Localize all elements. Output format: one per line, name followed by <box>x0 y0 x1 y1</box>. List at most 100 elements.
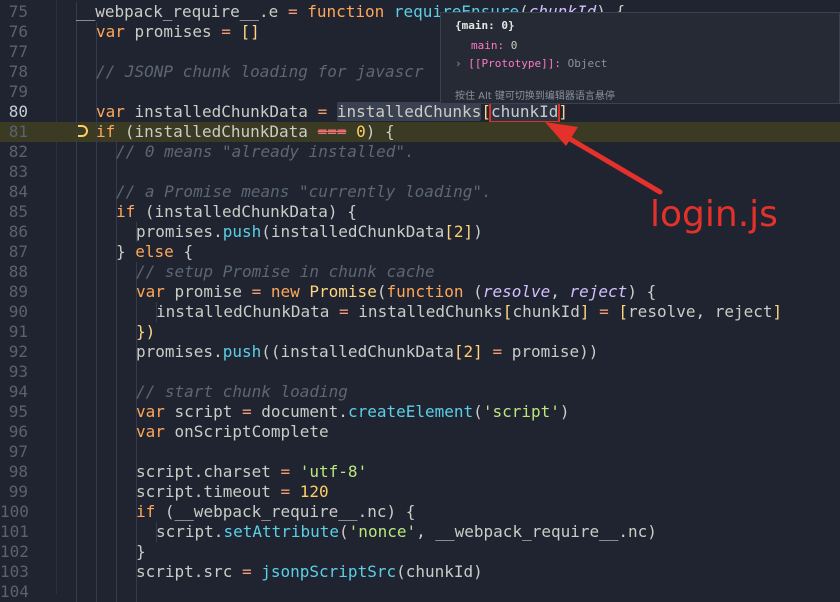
code-token: push <box>222 342 262 361</box>
code-token: script <box>136 482 194 501</box>
indent-guide <box>76 522 77 542</box>
indent-guide <box>96 302 97 322</box>
code-text: // setup Promise in chunk cache <box>136 262 435 282</box>
tooltip-property-value: 0 <box>504 39 518 52</box>
line-number: 90 <box>8 302 28 321</box>
line-number: 79 <box>8 82 28 101</box>
tooltip-prototype-value: Object <box>560 57 608 70</box>
code-token: // JSONP chunk loading for javascr <box>96 62 424 81</box>
code-line[interactable]: 102} <box>0 542 840 562</box>
indent-guide <box>96 522 97 542</box>
code-line[interactable]: 104 <box>0 582 840 602</box>
indent-guide <box>96 202 97 222</box>
line-number: 97 <box>8 442 28 461</box>
code-token: push <box>222 222 262 241</box>
code-token: installedChunks <box>358 302 503 321</box>
code-token: = <box>287 2 308 21</box>
code-line[interactable]: 98 script.charset = 'utf-8' <box>0 462 840 482</box>
code-line[interactable]: 88 // setup Promise in chunk cache <box>0 262 840 282</box>
indent-guide <box>76 22 77 42</box>
code-token: script <box>136 462 194 481</box>
code-line[interactable]: 81 if (installedChunkData === 0) { <box>0 122 840 142</box>
indent-guide <box>76 242 77 262</box>
indent-guide <box>96 502 97 522</box>
code-line[interactable]: 87} else { <box>0 242 840 262</box>
code-line[interactable]: 96 var onScriptComplete <box>0 422 840 442</box>
code-text: promises.push((installedChunkData[2] = p… <box>136 342 598 362</box>
code-token: ((installedChunkData <box>261 342 454 361</box>
indent-guide <box>76 82 77 102</box>
code-token: = <box>339 302 359 321</box>
line-number: 88 <box>8 262 28 281</box>
indent-guide <box>96 382 97 402</box>
code-token: createElement <box>347 402 474 421</box>
line-number: 89 <box>8 282 28 301</box>
code-line[interactable]: 89 var promise = new Promise(function (re… <box>0 282 840 302</box>
tooltip-hint: 按住 Alt 键可切换到编辑器语言悬停 <box>455 91 615 102</box>
code-token: ] <box>579 302 600 321</box>
code-line[interactable]: 94 // start chunk loading <box>0 382 840 402</box>
indent-guide <box>76 542 77 562</box>
code-token: ( <box>473 282 483 301</box>
chevron-right-icon[interactable]: › <box>455 57 462 70</box>
code-line[interactable]: 99 script.timeout = 120 <box>0 482 840 502</box>
code-line[interactable]: 95 var script = document.createElement('s… <box>0 402 840 422</box>
code-token: // start chunk loading <box>136 382 348 401</box>
code-text: promises.push(installedChunkData[2]) <box>136 222 483 242</box>
code-text: // JSONP chunk loading for javascr <box>96 62 424 82</box>
code-line[interactable]: 100 if (__webpack_require__.nc) { <box>0 502 840 522</box>
tooltip-prototype-row[interactable]: › [[Prototype]]: Object <box>455 57 607 70</box>
execution-pointer-icon <box>78 125 88 137</box>
indent-guide <box>76 102 77 122</box>
code-token: [ <box>502 302 513 321</box>
code-token: function <box>386 282 474 301</box>
code-token: 'script' <box>482 402 560 421</box>
code-line[interactable]: 93 <box>0 362 840 382</box>
line-number: 92 <box>8 342 28 361</box>
code-line[interactable]: 92 promises.push((installedChunkData[2] =… <box>0 342 840 362</box>
indent-guide <box>76 122 77 142</box>
code-token: promise)) <box>511 342 599 361</box>
code-line[interactable]: 101 script.setAttribute('nonce', __webpac… <box>0 522 840 542</box>
code-line[interactable]: 80 var installedChunkData = installedChun… <box>0 100 840 123</box>
code-token: ] <box>463 222 474 241</box>
code-text: var onScriptComplete <box>136 422 329 442</box>
code-token: installedChunkData <box>156 302 340 321</box>
code-token: ( <box>339 522 349 541</box>
code-token: Promise <box>309 282 377 301</box>
code-token: .e <box>259 2 288 21</box>
code-text: var script = document.createElement('scr… <box>136 402 570 422</box>
code-line[interactable]: 103 script.src = jsonpScriptSrc(chunkId) <box>0 562 840 582</box>
code-line[interactable]: 90 installedChunkData = installedChunks[c… <box>0 302 840 322</box>
code-token: var <box>96 102 135 121</box>
code-token: (installedChunkData <box>261 222 445 241</box>
code-token: . <box>213 222 223 241</box>
indent-guide <box>96 222 97 242</box>
code-text: script.timeout = 120 <box>136 482 329 502</box>
line-number: 93 <box>8 362 28 381</box>
code-token: [ <box>481 102 491 121</box>
code-token: ) { <box>365 122 395 141</box>
indent-guide <box>116 522 117 542</box>
indent-guide <box>116 502 117 522</box>
code-token: (installedChunkData <box>124 122 318 141</box>
indent-guide <box>96 562 97 582</box>
code-token: , <box>550 282 570 301</box>
indent-guide <box>76 182 77 202</box>
line-number: 78 <box>8 62 28 81</box>
code-line[interactable]: 82 // 0 means "already installed". <box>0 142 840 162</box>
indent-guide <box>96 462 97 482</box>
code-line[interactable]: 97 <box>0 442 840 462</box>
code-token: resolve <box>482 282 551 301</box>
line-number: 86 <box>8 222 28 241</box>
indent-guide <box>116 162 117 182</box>
code-text: } else { <box>116 242 193 262</box>
indent-guide <box>96 442 97 462</box>
code-line[interactable]: 83 <box>0 162 840 182</box>
code-line[interactable]: 91}) <box>0 322 840 342</box>
code-token: . <box>338 402 348 421</box>
indent-guide <box>76 362 77 382</box>
code-token: // setup Promise in chunk cache <box>136 262 435 281</box>
code-token: = <box>492 342 512 361</box>
code-text: }) <box>136 322 155 342</box>
